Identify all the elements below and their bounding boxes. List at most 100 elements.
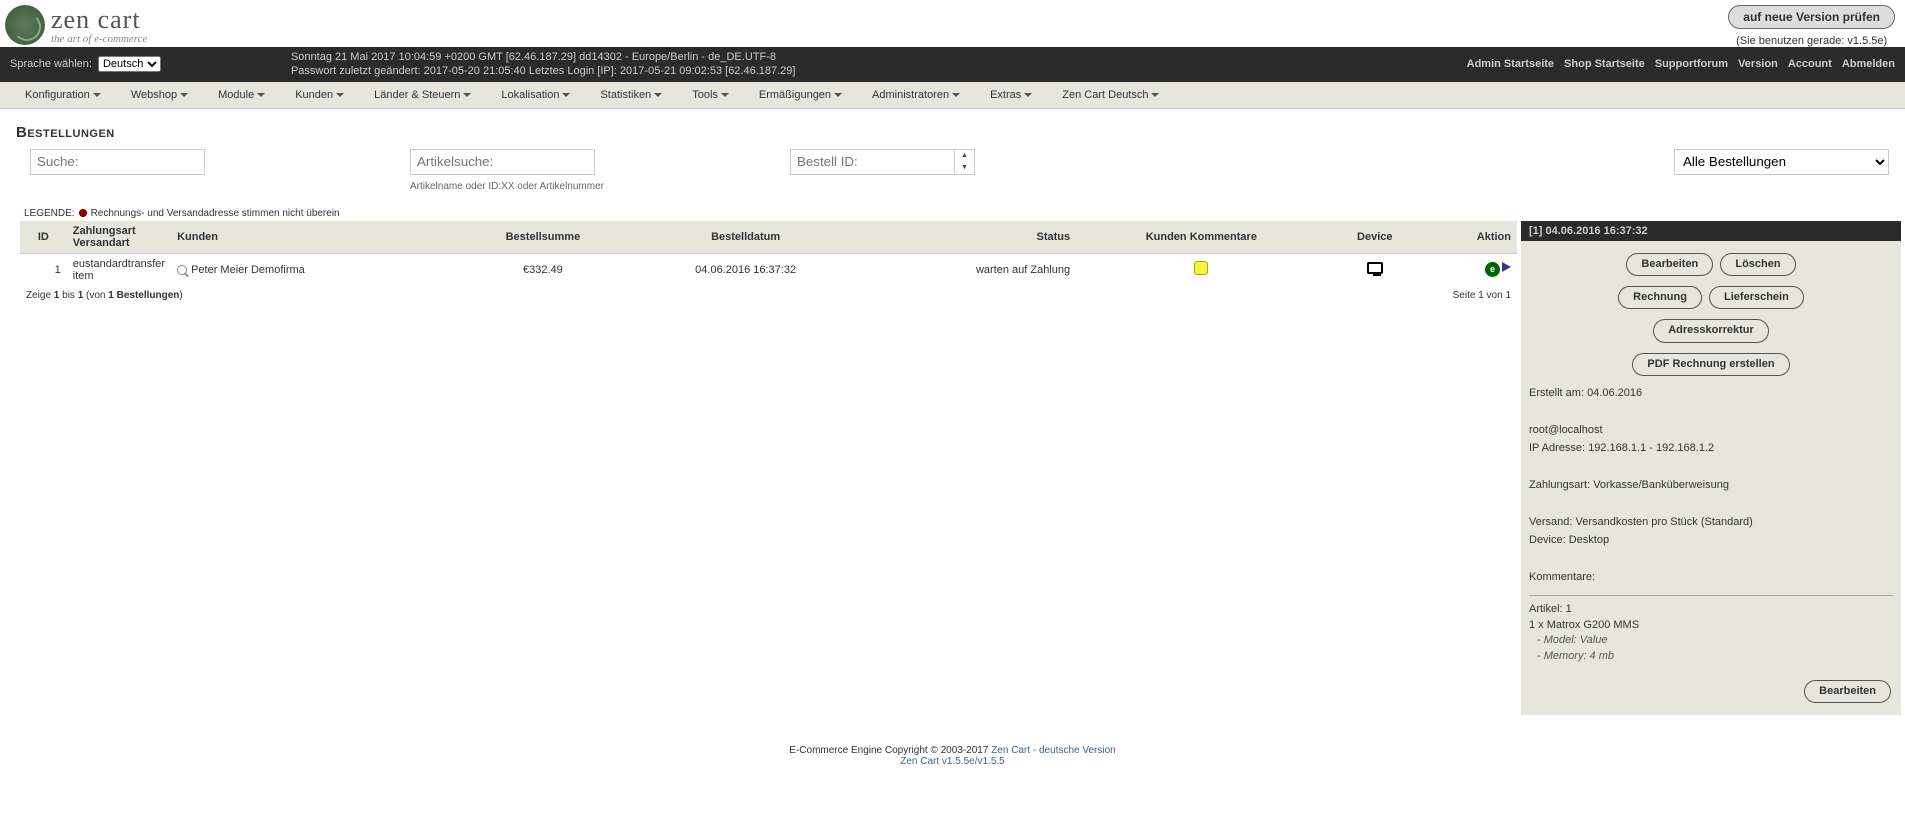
invoice-button[interactable]: Rechnung: [1618, 286, 1702, 309]
col-action[interactable]: Aktion: [1423, 221, 1517, 254]
menu-ermaessigungen[interactable]: Ermäßigungen: [744, 82, 857, 108]
col-device[interactable]: Device: [1327, 221, 1423, 254]
col-payment[interactable]: Zahlungsart Versandart: [67, 221, 171, 254]
expand-icon[interactable]: [1502, 262, 1511, 272]
language-select[interactable]: Deutsch: [98, 56, 161, 72]
menu-statistiken[interactable]: Statistiken: [585, 82, 677, 108]
article-model: - Model: Value: [1537, 633, 1893, 648]
article-memory: - Memory: 4 mb: [1537, 649, 1893, 664]
logo-subtitle: the art of e-commerce: [51, 33, 147, 45]
magnifier-icon[interactable]: [177, 265, 187, 275]
menu-module[interactable]: Module: [203, 82, 280, 108]
search-input[interactable]: [30, 149, 205, 175]
footer-version-link[interactable]: Zen Cart v1.5.5e/v1.5.5: [900, 756, 1005, 767]
legend: LEGENDE: Rechnungs- und Versandadresse s…: [24, 208, 1905, 219]
comments-label: Kommentare:: [1529, 570, 1893, 585]
chevron-down-icon: [952, 93, 960, 97]
info-bar: Sprache wählen: Deutsch Sonntag 21 Mai 2…: [0, 47, 1905, 82]
version-text: (Sie benutzen gerade: v1.5.5e): [1728, 35, 1895, 47]
chevron-down-icon: [562, 93, 570, 97]
chevron-down-icon: [654, 93, 662, 97]
articles-count: Artikel: 1: [1529, 602, 1893, 617]
menu-laender[interactable]: Länder & Steuern: [359, 82, 486, 108]
menu-zencart-de[interactable]: Zen Cart Deutsch: [1047, 82, 1174, 108]
address-mismatch-icon: [79, 209, 87, 217]
col-status[interactable]: Status: [860, 221, 1076, 254]
article-search-input[interactable]: [410, 149, 595, 175]
col-comments[interactable]: Kunden Kommentare: [1076, 221, 1326, 254]
footer: E-Commerce Engine Copyright © 2003-2017 …: [0, 735, 1905, 777]
chevron-down-icon: [721, 93, 729, 97]
pager-info: Zeige 1 bis 1 (von 1 Bestellungen): [26, 290, 183, 301]
col-total[interactable]: Bestellsumme: [455, 221, 631, 254]
nav-logout[interactable]: Abmelden: [1842, 58, 1895, 70]
order-detail-panel: [1] 04.06.2016 16:37:32 Bearbeiten Lösch…: [1521, 221, 1901, 716]
menu-admin[interactable]: Administratoren: [857, 82, 975, 108]
status-filter-select[interactable]: Alle Bestellungen: [1674, 149, 1889, 175]
cell-id: 1: [20, 253, 67, 286]
packing-slip-button[interactable]: Lieferschein: [1709, 286, 1804, 309]
nav-account[interactable]: Account: [1788, 58, 1832, 70]
menu-extras[interactable]: Extras: [975, 82, 1047, 108]
chevron-down-icon: [336, 93, 344, 97]
check-version-button[interactable]: auf neue Version prüfen: [1728, 5, 1895, 29]
delete-button[interactable]: Löschen: [1720, 253, 1795, 276]
footer-link[interactable]: Zen Cart - deutsche Version: [991, 745, 1116, 756]
pager-page: Seite 1 von 1: [1453, 290, 1511, 301]
panel-header: [1] 04.06.2016 16:37:32: [1521, 221, 1901, 241]
admin-nav: Admin Startseite Shop Startseite Support…: [1467, 58, 1895, 70]
menu-tools[interactable]: Tools: [677, 82, 744, 108]
logo: zen cart the art of e-commerce: [5, 5, 147, 45]
spinner-down-icon[interactable]: ▼: [955, 162, 974, 174]
menu-webshop[interactable]: Webshop: [116, 82, 203, 108]
logo-icon: [5, 5, 45, 45]
device-info: Device: Desktop: [1529, 533, 1893, 548]
ip-address: IP Adresse: 192.168.1.1 - 192.168.1.2: [1529, 441, 1893, 456]
session-info: Sonntag 21 Mai 2017 10:04:59 +0200 GMT […: [291, 50, 796, 79]
language-label: Sprache wählen:: [10, 58, 92, 70]
nav-support[interactable]: Supportforum: [1655, 58, 1728, 70]
chevron-down-icon: [93, 93, 101, 97]
cell-status: warten auf Zahlung: [860, 253, 1076, 286]
cell-action: e: [1423, 253, 1517, 286]
chevron-down-icon: [257, 93, 265, 97]
cell-payment: eustandardtransfer item: [67, 253, 171, 286]
order-id-spinner[interactable]: ▲ ▼: [955, 149, 975, 175]
customer-email: root@localhost: [1529, 423, 1893, 438]
chevron-down-icon: [834, 93, 842, 97]
payment-method: Zahlungsart: Vorkasse/Banküberweisung: [1529, 478, 1893, 493]
spinner-up-icon[interactable]: ▲: [955, 150, 974, 162]
logo-title: zen cart: [51, 5, 147, 35]
cell-customer: Peter Meier Demofirma: [171, 253, 455, 286]
chevron-down-icon: [1024, 93, 1032, 97]
orders-table: ID Zahlungsart Versandart Kunden Bestell…: [20, 221, 1517, 286]
address-correction-button[interactable]: Adresskorrektur: [1653, 319, 1769, 342]
order-row[interactable]: 1 eustandardtransfer item Peter Meier De…: [20, 253, 1517, 286]
cell-device: [1327, 253, 1423, 286]
page-title: Bestellungen: [16, 124, 1905, 141]
shipping-method: Versand: Versandkosten pro Stück (Standa…: [1529, 515, 1893, 530]
cell-total: €332.49: [455, 253, 631, 286]
nav-shop-home[interactable]: Shop Startseite: [1564, 58, 1645, 70]
col-id[interactable]: ID: [20, 221, 67, 254]
desktop-icon: [1367, 262, 1383, 274]
main-menu: Konfiguration Webshop Module Kunden Länd…: [0, 82, 1905, 109]
menu-kunden[interactable]: Kunden: [280, 82, 359, 108]
article-search-hint: Artikelname oder ID:XX oder Artikelnumme…: [410, 181, 790, 192]
col-customer[interactable]: Kunden: [171, 221, 455, 254]
edit-icon[interactable]: e: [1485, 262, 1500, 277]
order-id-input[interactable]: [790, 149, 955, 175]
menu-konfiguration[interactable]: Konfiguration: [10, 82, 116, 108]
cell-comments: [1076, 253, 1326, 286]
chevron-down-icon: [1151, 93, 1159, 97]
menu-lokalisation[interactable]: Lokalisation: [486, 82, 585, 108]
cell-date: 04.06.2016 16:37:32: [631, 253, 860, 286]
edit-order-button[interactable]: Bearbeiten: [1804, 680, 1891, 703]
chevron-down-icon: [463, 93, 471, 97]
nav-version[interactable]: Version: [1738, 58, 1778, 70]
created-date: Erstellt am: 04.06.2016: [1529, 386, 1893, 401]
pdf-invoice-button[interactable]: PDF Rechnung erstellen: [1632, 353, 1789, 376]
nav-admin-home[interactable]: Admin Startseite: [1467, 58, 1554, 70]
edit-button[interactable]: Bearbeiten: [1626, 253, 1713, 276]
col-date[interactable]: Bestelldatum: [631, 221, 860, 254]
